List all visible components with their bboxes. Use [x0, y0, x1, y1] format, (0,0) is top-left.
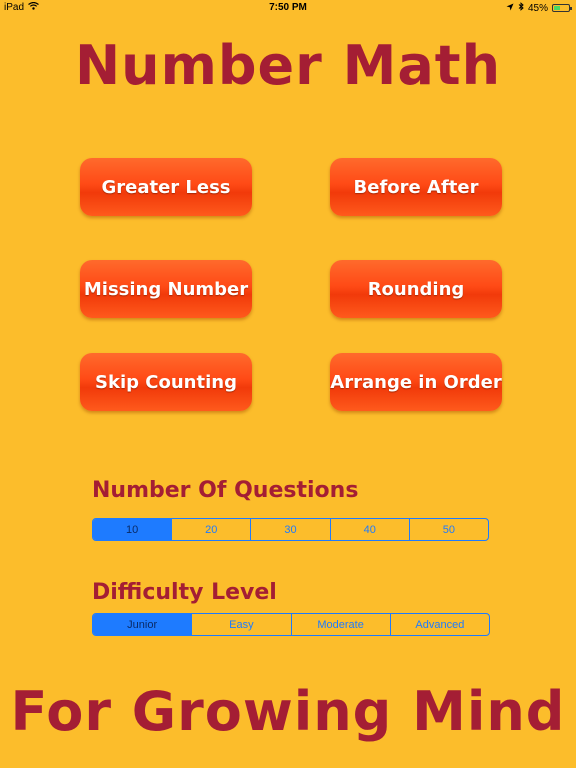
location-arrow-icon [506, 3, 514, 14]
questions-option[interactable]: 20 [172, 519, 252, 540]
arrange-in-order-button[interactable]: Arrange in Order [330, 353, 502, 411]
questions-label: Number Of Questions [92, 478, 359, 503]
rounding-button[interactable]: Rounding [330, 260, 502, 318]
status-bar: iPad 7:50 PM 45% [0, 0, 576, 16]
app-subtitle: For Growing Mind [10, 680, 566, 743]
status-right: 45% [506, 2, 572, 14]
app-title: Number Math [74, 34, 502, 97]
questions-segmented-control: 10 20 30 40 50 [92, 518, 489, 541]
status-time: 7:50 PM [269, 2, 307, 13]
battery-percent: 45% [527, 2, 548, 14]
greater-less-button[interactable]: Greater Less [80, 158, 252, 216]
questions-option[interactable]: 50 [410, 519, 488, 540]
difficulty-option[interactable]: Easy [192, 614, 292, 635]
difficulty-segmented-control: Junior Easy Moderate Advanced [92, 613, 490, 636]
difficulty-label: Difficulty Level [92, 580, 277, 605]
before-after-button[interactable]: Before After [330, 158, 502, 216]
battery-icon [552, 4, 572, 12]
battery-fill [554, 6, 560, 10]
bluetooth-icon [518, 2, 524, 14]
missing-number-button[interactable]: Missing Number [80, 260, 252, 318]
difficulty-option[interactable]: Moderate [292, 614, 391, 635]
questions-option[interactable]: 10 [93, 519, 173, 540]
skip-counting-button[interactable]: Skip Counting [80, 353, 252, 411]
difficulty-option[interactable]: Advanced [391, 614, 489, 635]
difficulty-option[interactable]: Junior [93, 614, 193, 635]
questions-option[interactable]: 30 [251, 519, 331, 540]
questions-option[interactable]: 40 [331, 519, 410, 540]
